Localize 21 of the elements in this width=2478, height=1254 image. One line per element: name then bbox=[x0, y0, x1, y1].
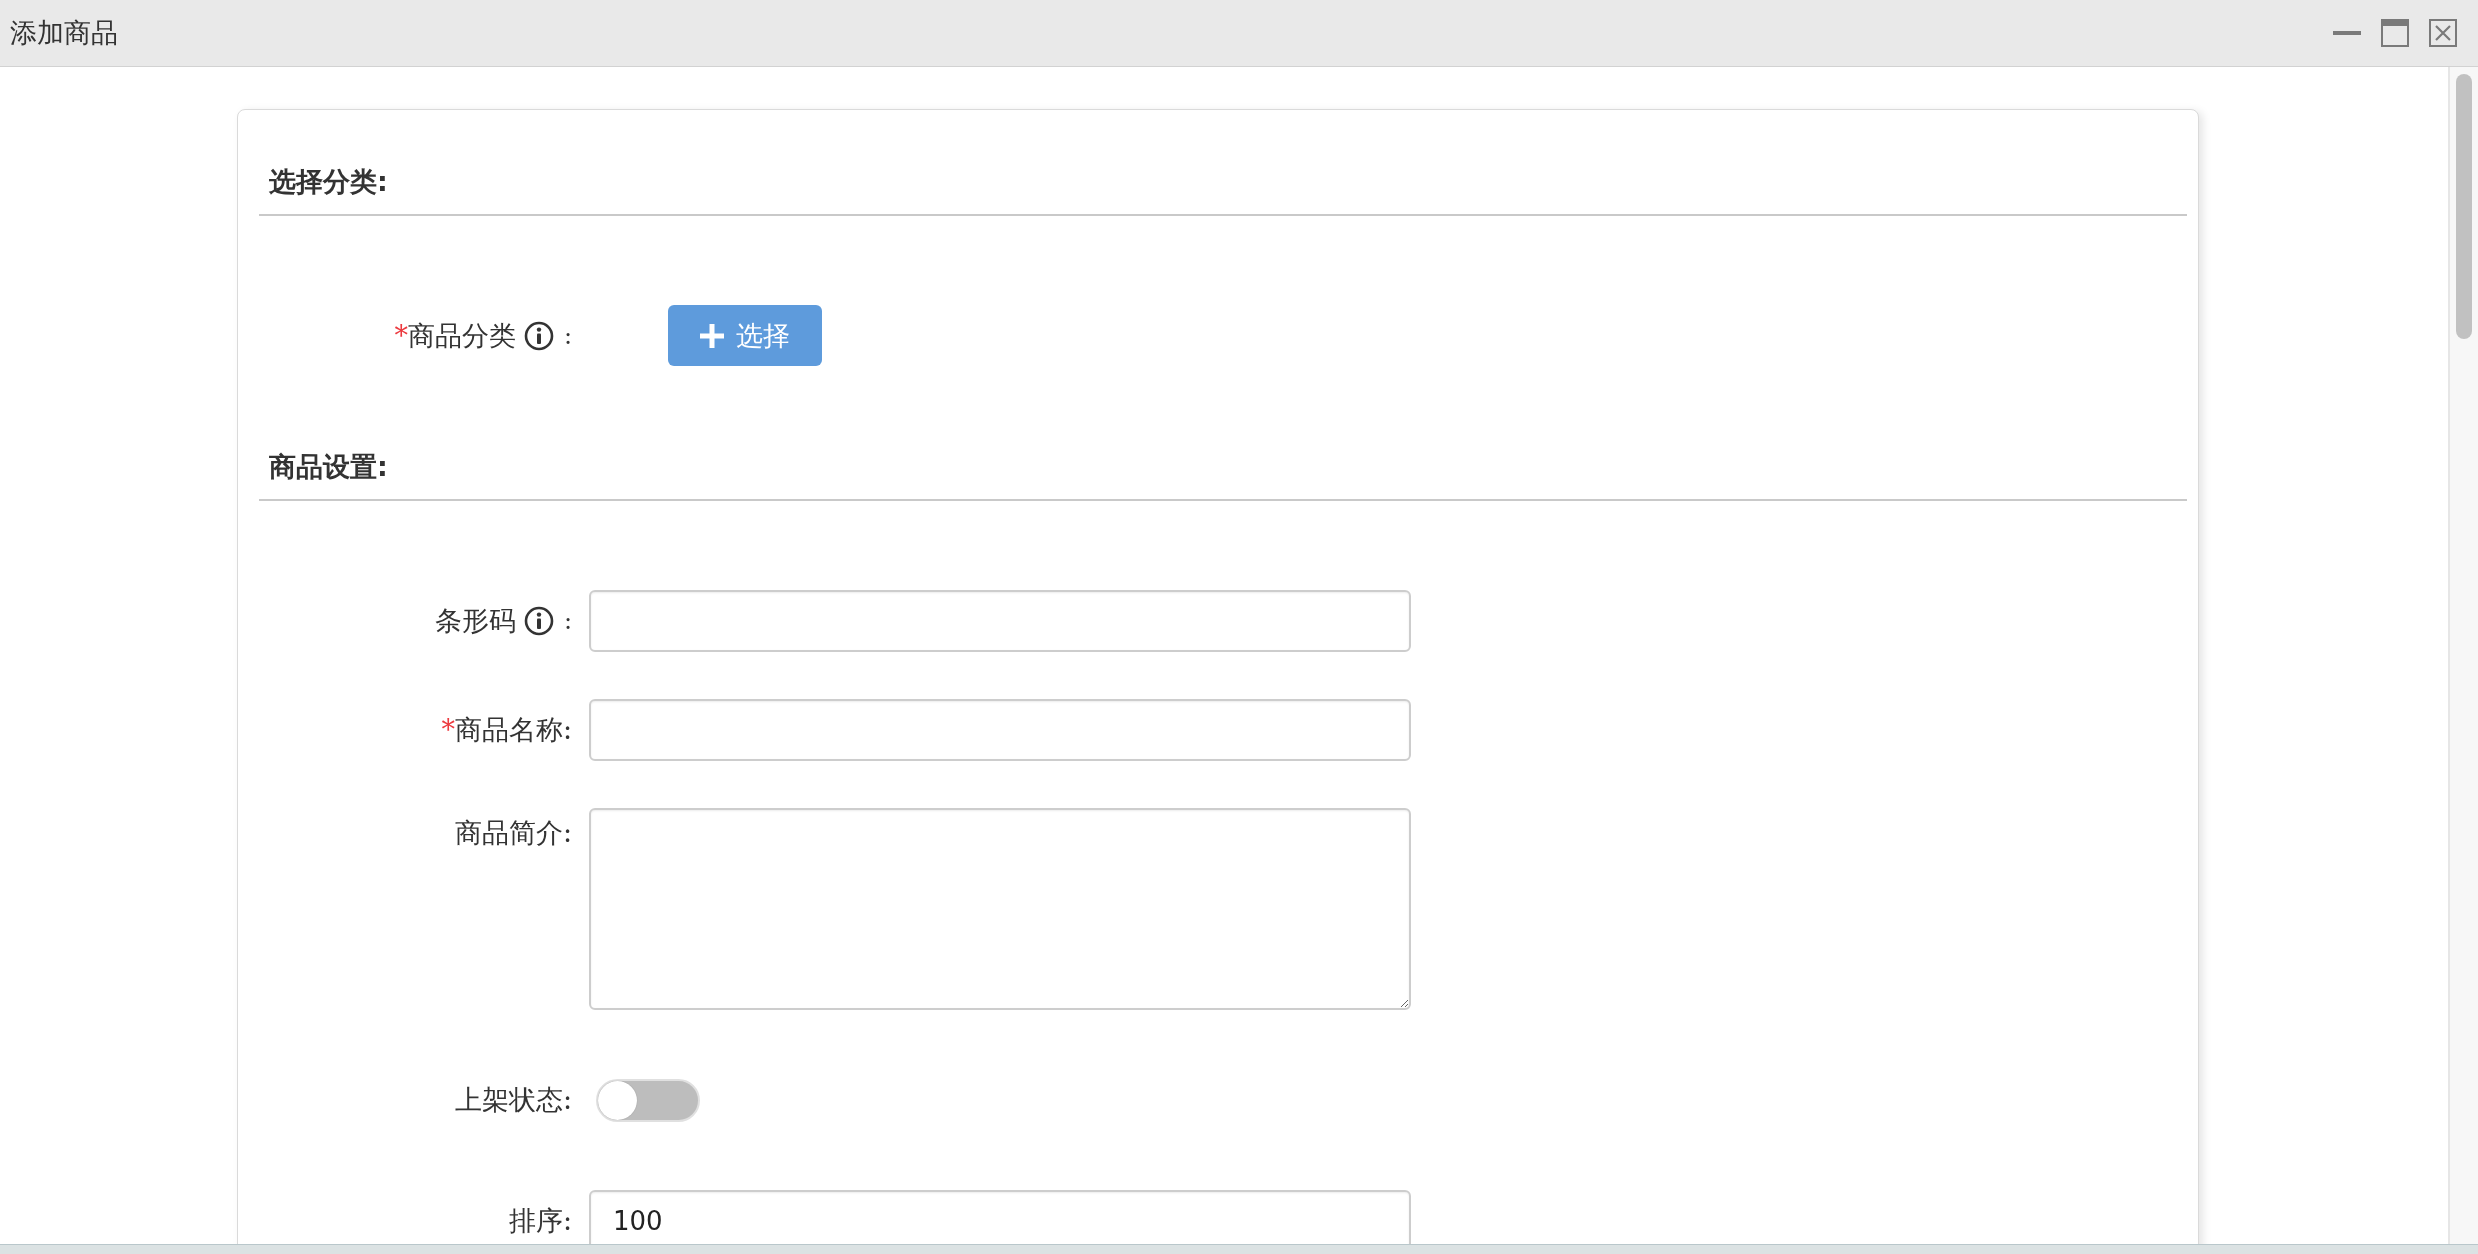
toggle-switch[interactable] bbox=[596, 1078, 700, 1122]
field-label: 商品简介: bbox=[454, 816, 572, 850]
input-field[interactable]: 100 bbox=[589, 1190, 1411, 1244]
field-label: 排序: bbox=[508, 1204, 572, 1238]
minimize-icon[interactable] bbox=[2333, 31, 2361, 35]
section-title: 商品设置: bbox=[269, 452, 388, 482]
label-colon: : bbox=[563, 322, 572, 350]
scrollbar-thumb[interactable] bbox=[2456, 74, 2472, 339]
maximize-icon[interactable] bbox=[2381, 19, 2409, 47]
field-label: 条形码 bbox=[434, 604, 516, 638]
input-field[interactable] bbox=[589, 699, 1411, 761]
plus-icon bbox=[700, 323, 724, 348]
close-icon[interactable] bbox=[2429, 19, 2457, 47]
field-label: 上架状态: bbox=[454, 1083, 572, 1117]
field-label: *商品分类 bbox=[394, 319, 516, 353]
input-field[interactable] bbox=[589, 590, 1411, 652]
window-title: 添加商品 bbox=[10, 16, 118, 50]
field-label: *商品名称: bbox=[441, 713, 572, 747]
text-area-field[interactable] bbox=[589, 808, 1411, 1010]
label-colon: : bbox=[563, 607, 572, 635]
section-title: 选择分类: bbox=[269, 167, 388, 197]
